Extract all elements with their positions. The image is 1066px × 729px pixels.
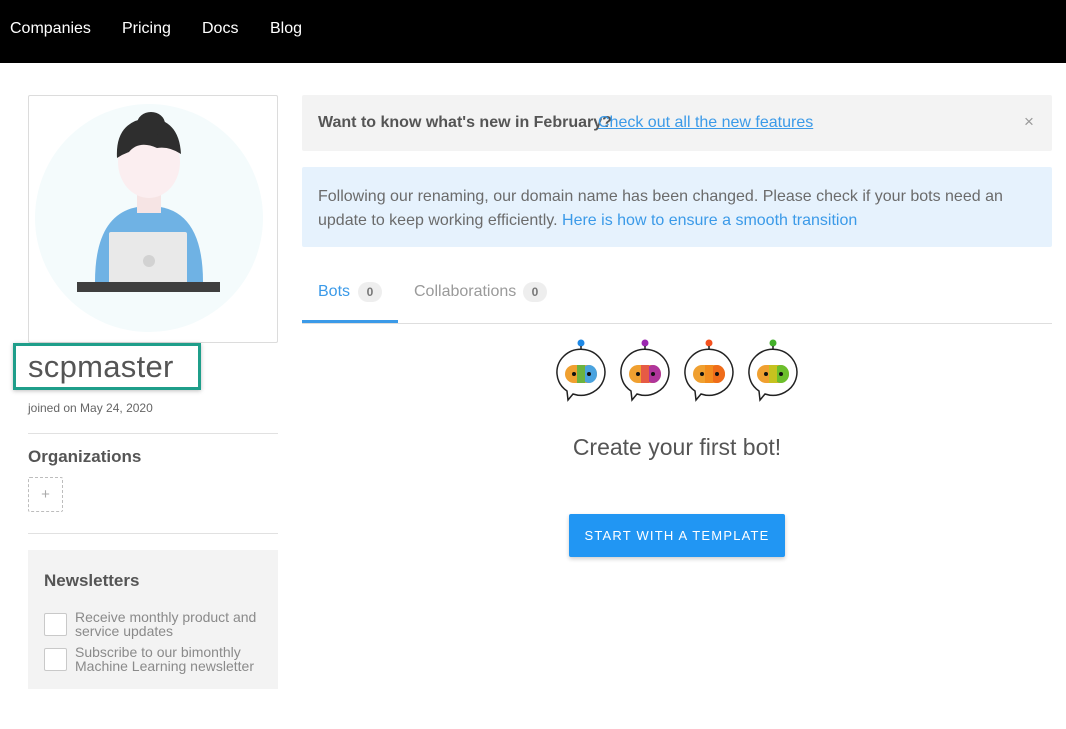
domain-change-message: Following our renaming, our domain name …	[318, 185, 1018, 233]
top-navigation: Companies Pricing Docs Blog	[0, 0, 1066, 63]
tab-label: Collaborations	[414, 283, 517, 300]
divider	[28, 533, 278, 534]
user-laptop-icon	[35, 104, 263, 332]
divider	[28, 433, 278, 434]
tab-count-badge: 0	[358, 282, 382, 302]
newsletter-option-label: Subscribe to our bimonthly Machine Learn…	[75, 644, 254, 674]
checkbox[interactable]	[44, 648, 67, 671]
transition-guide-link[interactable]: Here is how to ensure a smooth transitio…	[562, 212, 857, 229]
tab-count-badge: 0	[523, 282, 547, 302]
organizations-title: Organizations	[28, 447, 142, 466]
bot-faces-icon	[552, 338, 802, 402]
newsletter-option-product-updates[interactable]: Receive monthly product and service upda…	[44, 609, 274, 643]
nav-link-blog[interactable]: Blog	[270, 20, 302, 38]
close-icon[interactable]: ×	[1024, 112, 1034, 132]
avatar	[28, 95, 278, 343]
newsletter-option-ml-newsletter[interactable]: Subscribe to our bimonthly Machine Learn…	[44, 644, 274, 678]
tab-bots[interactable]: Bots 0	[302, 268, 398, 323]
newsletter-option-label: Receive monthly product and service upda…	[75, 609, 257, 639]
announcement-link[interactable]: Check out all the new features	[598, 114, 813, 132]
announcement-banner: Want to know what's new in February? Che…	[302, 95, 1052, 151]
empty-state-title: Create your first bot!	[572, 434, 782, 460]
domain-change-banner: Following our renaming, our domain name …	[302, 167, 1052, 247]
start-with-template-button[interactable]: START WITH A TEMPLATE	[569, 514, 785, 557]
joined-date: joined on May 24, 2020	[28, 401, 153, 415]
nav-link-docs[interactable]: Docs	[202, 20, 238, 38]
nav-link-pricing[interactable]: Pricing	[122, 20, 171, 38]
add-organization-button[interactable]: +	[28, 477, 63, 512]
tab-bar: Bots 0 Collaborations 0	[302, 268, 1052, 324]
tab-collaborations[interactable]: Collaborations 0	[414, 268, 564, 323]
announcement-text: Want to know what's new in February?	[318, 114, 612, 131]
tab-label: Bots	[318, 283, 351, 300]
newsletters-title: Newsletters	[44, 571, 140, 590]
checkbox[interactable]	[44, 613, 67, 636]
username: scpmaster	[28, 349, 174, 384]
active-tab-indicator	[302, 320, 398, 323]
nav-link-companies[interactable]: Companies	[10, 20, 91, 38]
newsletters-panel: Newsletters Receive monthly product and …	[28, 550, 278, 689]
